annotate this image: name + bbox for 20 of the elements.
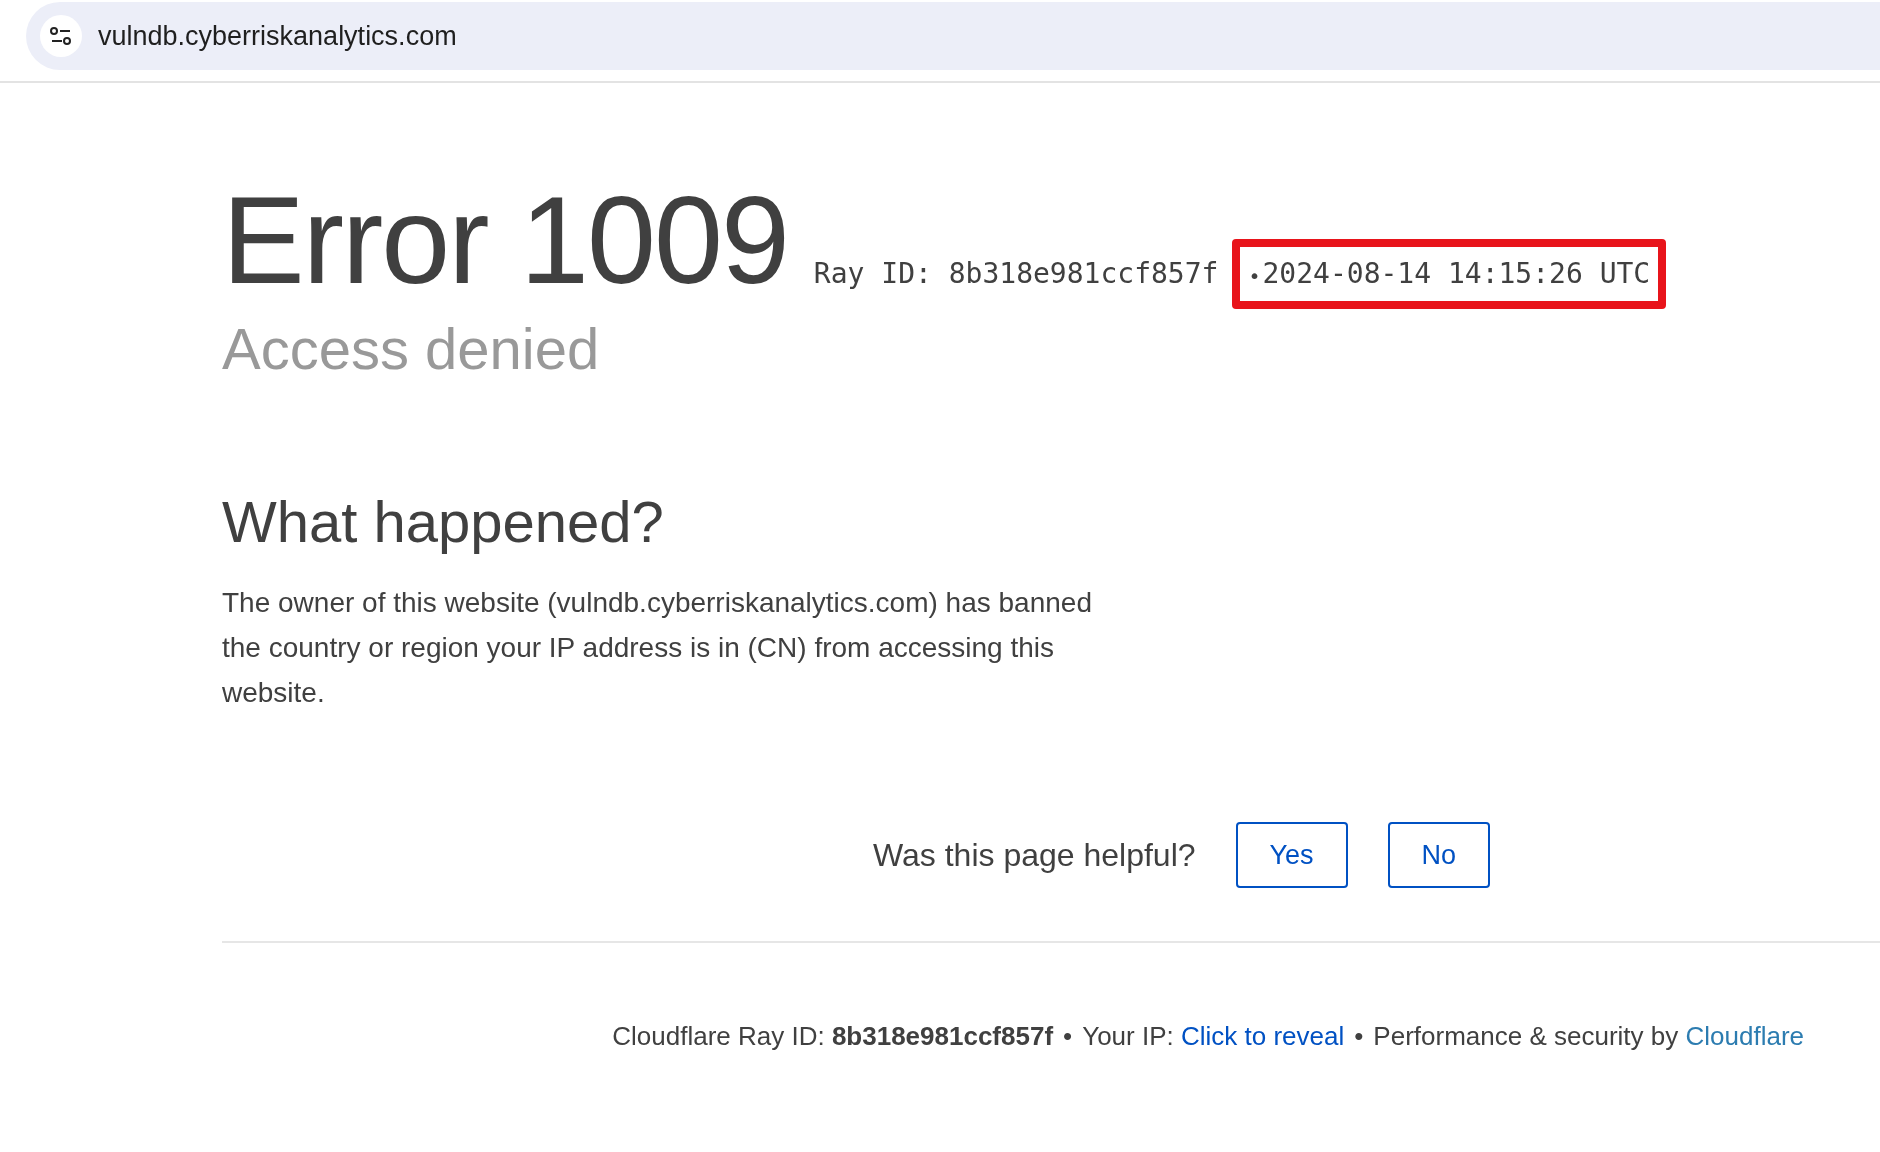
timestamp: 2024-08-14 14:15:26 UTC — [1262, 256, 1651, 292]
no-button[interactable]: No — [1387, 822, 1491, 888]
separator: • — [1063, 1020, 1073, 1053]
footer-ray-id: 8b318e981ccf857f — [831, 1020, 1054, 1053]
cloudflare-link[interactable]: Cloudflare — [1685, 1017, 1804, 1056]
site-settings-icon[interactable] — [40, 15, 82, 57]
separator: • — [1248, 263, 1261, 290]
yes-button[interactable]: Yes — [1235, 822, 1348, 888]
error-subtitle: Access denied — [222, 315, 601, 383]
address-bar-url[interactable]: vulndb.cyberriskanalytics.com — [98, 15, 457, 57]
ray-id: Ray ID: 8b318e981ccf857f — [813, 256, 1219, 292]
explanation-paragraph: The owner of this website (vulndb.cyberriskanalytics.com) has banned the country or region your IP address is in (CN) from accessing this website. — [222, 586, 1092, 710]
section-heading: What happened? — [222, 487, 665, 556]
footer-text: Performance & security by — [1373, 1020, 1680, 1053]
separator: • — [1354, 1020, 1364, 1053]
footer-text: Cloudflare Ray ID: — [612, 1020, 826, 1053]
footer-text: Your IP: — [1082, 1020, 1175, 1053]
error-title: Error 1009 — [222, 178, 788, 302]
feedback-question: Was this page helpful? — [873, 836, 1196, 875]
reveal-ip-link[interactable]: Click to reveal — [1180, 1017, 1345, 1056]
